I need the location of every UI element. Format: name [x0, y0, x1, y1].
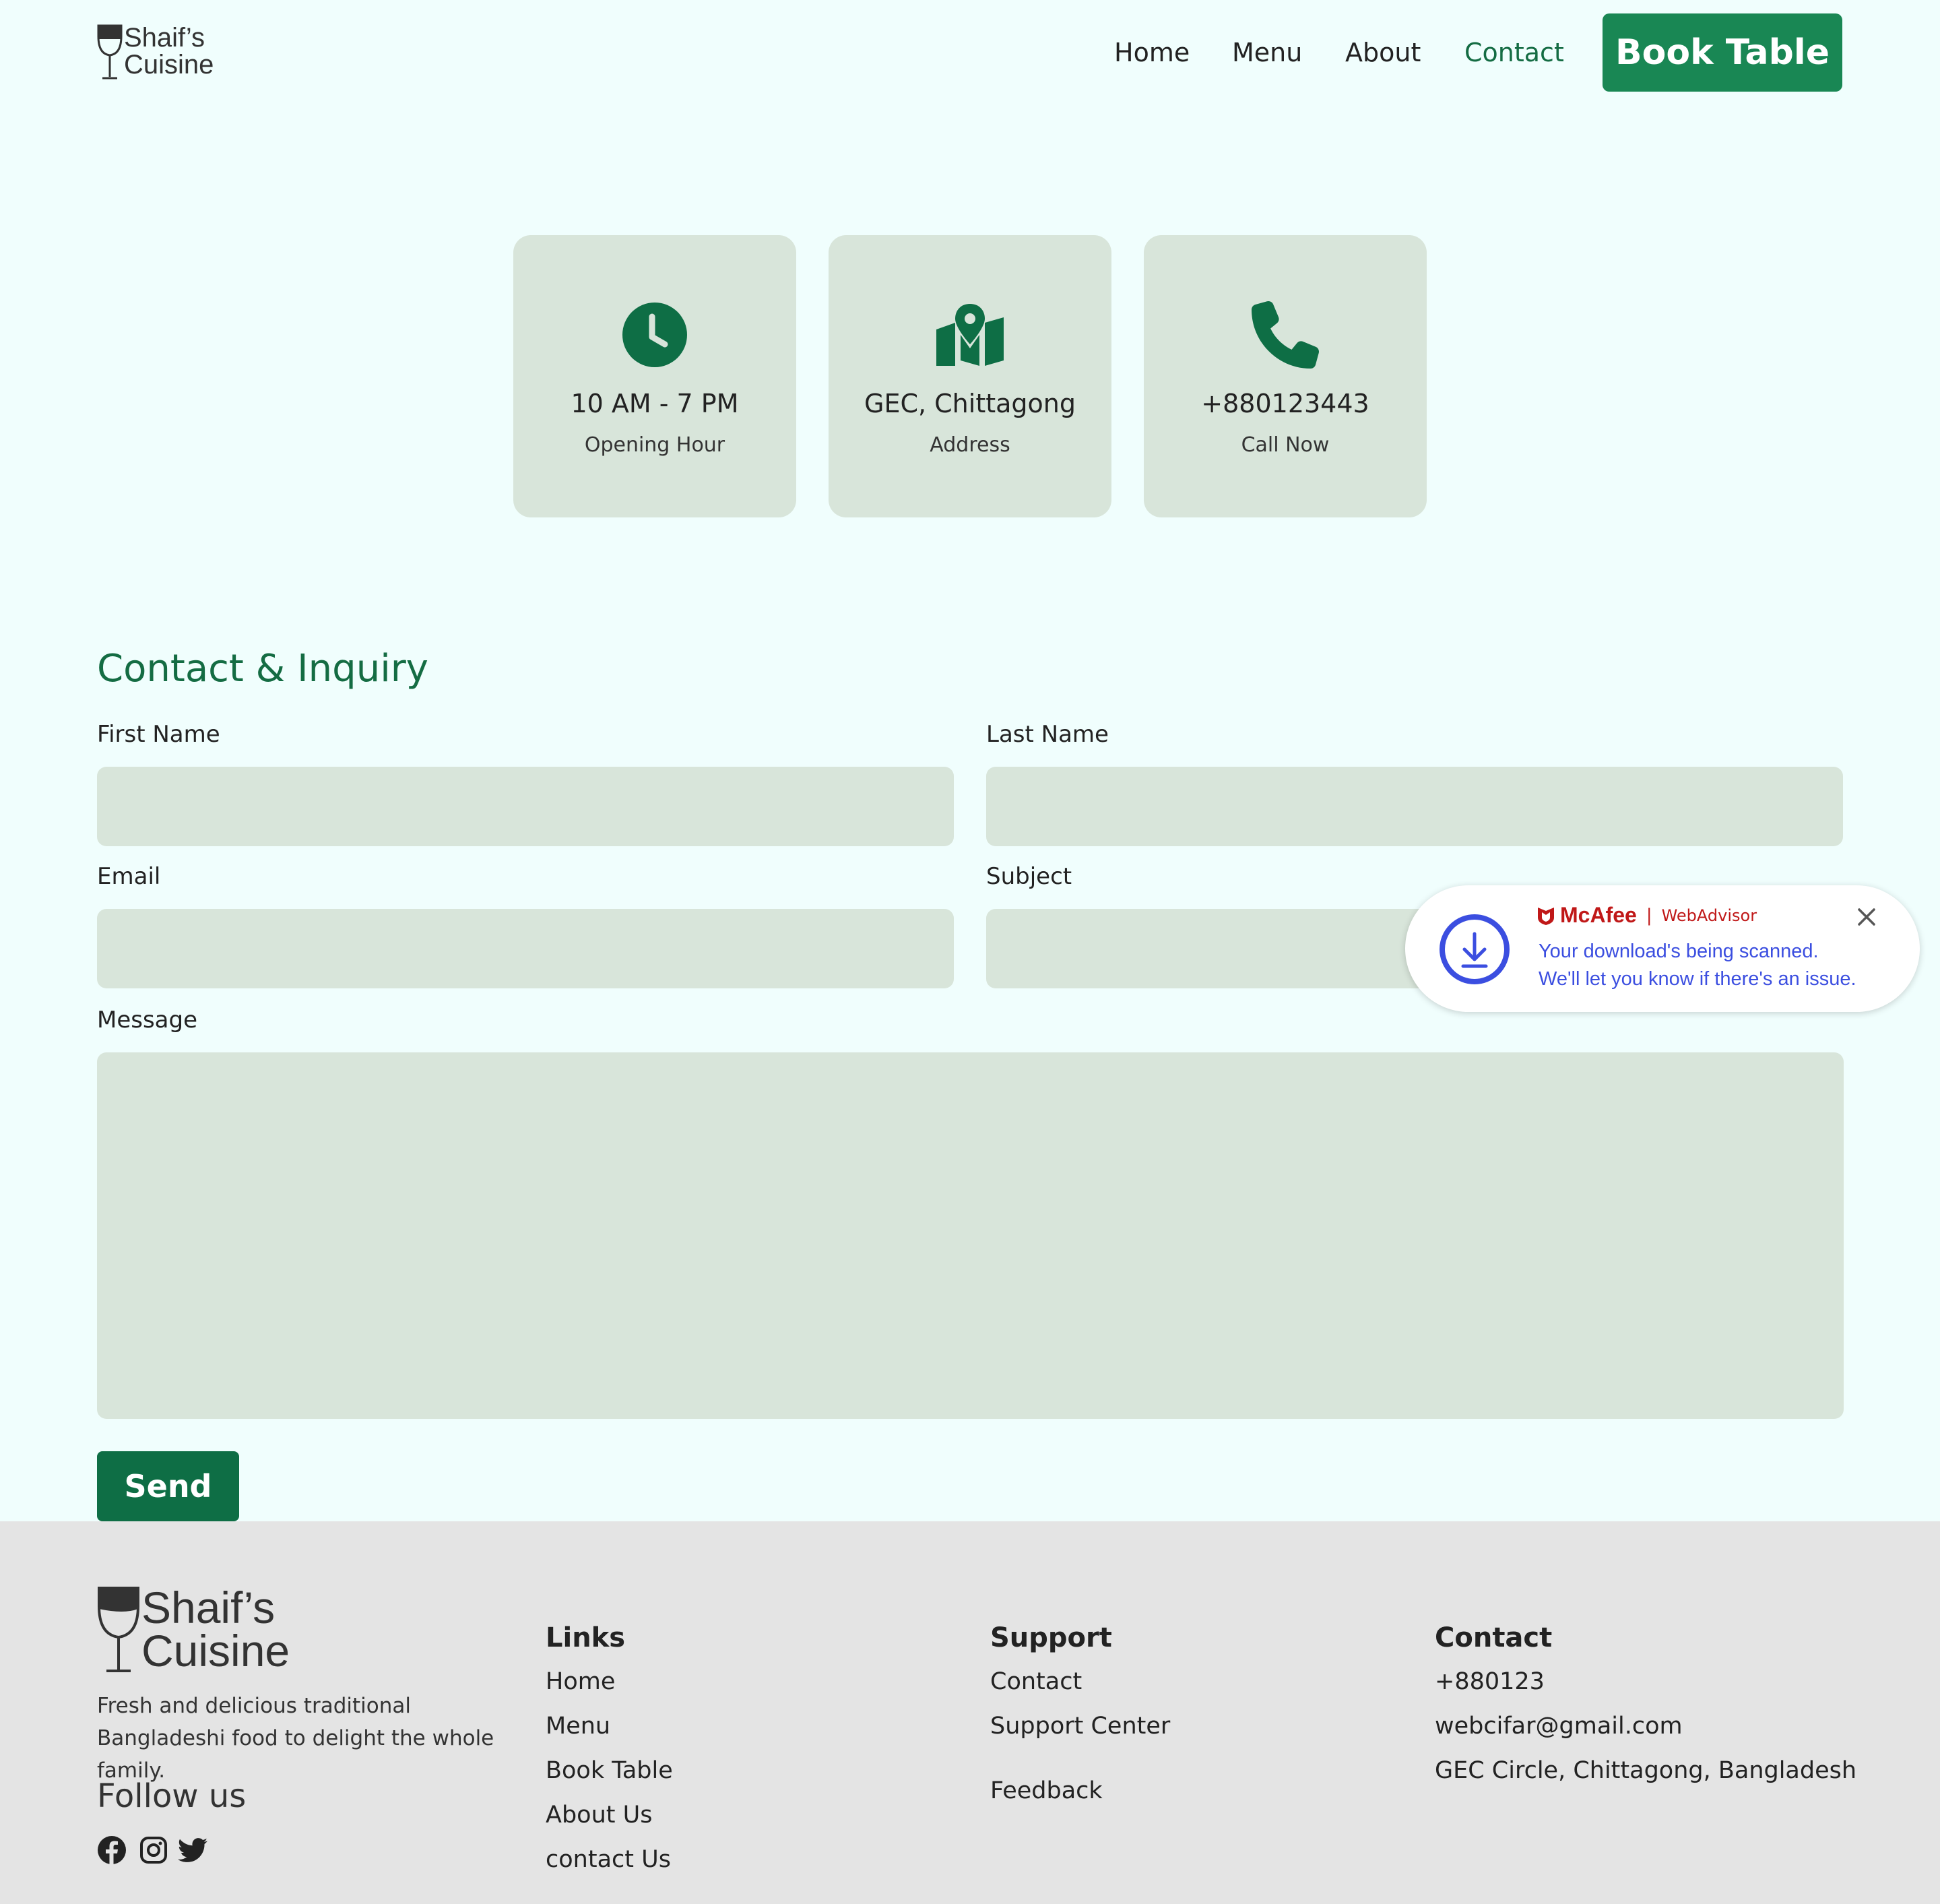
first-name-label: First Name — [97, 721, 220, 748]
footer-logo-line-1: Shaif’s — [141, 1583, 276, 1632]
nav-about[interactable]: About — [1345, 38, 1421, 67]
email-field[interactable] — [97, 909, 954, 988]
message-field[interactable] — [97, 1052, 1844, 1419]
phone-icon — [1252, 300, 1319, 370]
footer-logo-wordmark: Shaif’s Cuisine — [141, 1583, 290, 1676]
map-pin-icon — [936, 300, 1004, 370]
phone-card[interactable]: +880123443 Call Now — [1144, 235, 1427, 517]
nav-contact[interactable]: Contact — [1464, 38, 1564, 67]
footer-email: webcifar@gmail.com — [1435, 1713, 1683, 1740]
footer-links-title: Links — [546, 1622, 626, 1653]
footer-logo-line-2: Cuisine — [141, 1626, 290, 1676]
card-title: 10 AM - 7 PM — [571, 389, 739, 418]
footer-contact-title: Contact — [1435, 1622, 1553, 1653]
toast-separator: | — [1646, 905, 1652, 926]
toast-message-line-1: Your download's being scanned. — [1539, 941, 1819, 962]
footer-link-menu[interactable]: Menu — [546, 1713, 610, 1740]
close-icon[interactable] — [1855, 906, 1878, 928]
card-subtitle: Call Now — [1241, 433, 1330, 457]
instagram-icon[interactable] — [139, 1835, 168, 1865]
toast-message-line-2: We'll let you know if there's an issue. — [1539, 968, 1856, 990]
toast-product: WebAdvisor — [1661, 906, 1757, 925]
mcafee-download-toast: McAfee | WebAdvisor Your download's bein… — [1405, 885, 1920, 1012]
footer-phone: +880123 — [1435, 1668, 1545, 1695]
site-header: Shaif’s Cuisine Home Menu About Contact … — [0, 0, 1940, 108]
subject-label: Subject — [986, 863, 1072, 890]
footer-support-title: Support — [990, 1622, 1112, 1653]
footer-support-feedback[interactable]: Feedback — [990, 1777, 1103, 1804]
last-name-field[interactable] — [986, 767, 1843, 846]
card-subtitle: Address — [930, 433, 1010, 457]
nav-home[interactable]: Home — [1114, 38, 1190, 67]
message-label: Message — [97, 1007, 198, 1034]
logo-line-1: Shaif’s — [124, 23, 205, 53]
nav-menu[interactable]: Menu — [1232, 38, 1302, 67]
footer-link-home[interactable]: Home — [546, 1668, 615, 1695]
footer-support-center[interactable]: Support Center — [990, 1713, 1170, 1740]
footer-link-book-table[interactable]: Book Table — [546, 1757, 673, 1784]
opening-hours-card: 10 AM - 7 PM Opening Hour — [513, 235, 796, 517]
footer-link-about[interactable]: About Us — [546, 1802, 652, 1829]
wine-glass-icon — [98, 1587, 139, 1672]
footer-support-contact[interactable]: Contact — [990, 1668, 1082, 1695]
toast-brand-name: McAfee — [1560, 903, 1637, 927]
toast-message: Your download's being scanned. We'll let… — [1539, 938, 1856, 993]
logo-line-2: Cuisine — [124, 50, 214, 80]
mcafee-shield-icon — [1538, 907, 1554, 925]
send-button[interactable]: Send — [97, 1451, 239, 1521]
card-title: +880123443 — [1201, 389, 1369, 418]
site-logo[interactable]: Shaif’s Cuisine — [97, 24, 214, 81]
facebook-icon[interactable] — [97, 1835, 127, 1865]
footer-link-contact[interactable]: contact Us — [546, 1846, 671, 1873]
footer-description: Fresh and delicious traditional Banglade… — [97, 1694, 494, 1783]
email-label: Email — [97, 863, 161, 890]
clock-icon — [621, 300, 688, 370]
contact-form-title: Contact & Inquiry — [97, 647, 428, 691]
wine-glass-icon — [97, 24, 123, 80]
first-name-field[interactable] — [97, 767, 954, 846]
card-title: GEC, Chittagong — [864, 389, 1076, 418]
footer-logo[interactable]: Shaif’s Cuisine — [97, 1583, 290, 1676]
follow-us-heading: Follow us — [97, 1777, 247, 1815]
site-footer: Shaif’s Cuisine Fresh and delicious trad… — [0, 1521, 1940, 1904]
logo-wordmark: Shaif’s Cuisine — [124, 24, 214, 78]
toast-brand: McAfee | WebAdvisor — [1537, 903, 1757, 928]
book-table-button[interactable]: Book Table — [1603, 13, 1842, 92]
card-subtitle: Opening Hour — [584, 433, 725, 457]
twitter-icon[interactable] — [178, 1835, 207, 1865]
last-name-label: Last Name — [986, 721, 1109, 748]
download-icon — [1440, 914, 1510, 984]
address-card: GEC, Chittagong Address — [829, 235, 1111, 517]
footer-address: GEC Circle, Chittagong, Bangladesh — [1435, 1757, 1857, 1784]
